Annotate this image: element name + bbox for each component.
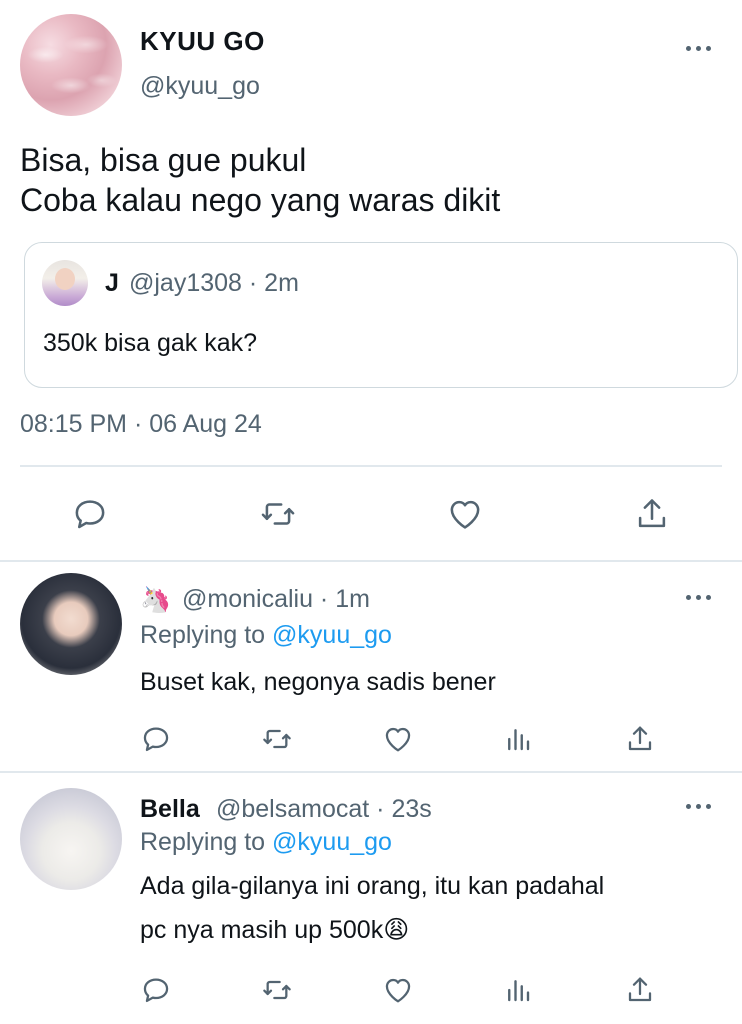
like-button[interactable] — [380, 721, 416, 757]
analytics-icon — [508, 729, 530, 751]
quoted-meta: @jay1308 · 2m — [129, 269, 299, 297]
retweet-icon — [263, 729, 291, 749]
avatar[interactable] — [20, 14, 122, 116]
like-button[interactable] — [444, 494, 486, 534]
more-icon[interactable] — [686, 43, 716, 53]
retweet-button[interactable] — [258, 972, 296, 1008]
mention-link[interactable]: @kyuu_go — [272, 621, 392, 649]
reply-icon — [143, 978, 169, 1003]
share-icon — [628, 977, 652, 1002]
handle[interactable]: @kyuu_go — [140, 72, 260, 101]
replying-prefix: Replying to — [140, 621, 273, 649]
main-tweet: KYUU GO @kyuu_go Bisa, bisa gue pukul Co… — [0, 0, 742, 560]
like-icon — [385, 727, 411, 752]
replying-prefix: Replying to — [140, 828, 273, 856]
display-name[interactable]: 🦄 — [140, 585, 171, 615]
avatar — [42, 260, 88, 306]
replying-to: Replying to @kyuu_go — [140, 621, 392, 650]
mention-link[interactable]: @kyuu_go — [272, 828, 392, 856]
quoted-tweet[interactable]: J @jay1308 · 2m 350k bisa gak kak? — [24, 242, 738, 388]
retweet-button[interactable] — [256, 494, 300, 534]
divider — [20, 465, 722, 467]
action-bar — [0, 721, 742, 757]
analytics-button[interactable] — [502, 972, 534, 1008]
share-button[interactable] — [622, 721, 658, 757]
share-button[interactable] — [632, 494, 672, 534]
display-name[interactable]: Bella — [140, 795, 200, 824]
share-button[interactable] — [622, 972, 658, 1008]
analytics-icon — [508, 980, 530, 1002]
more-icon[interactable] — [686, 592, 716, 602]
action-bar — [0, 972, 742, 1008]
reply-tweet[interactable]: Bella @belsamocat · 23s Replying to @kyu… — [0, 772, 742, 1024]
reply-text-body: Ada gila-gilanya ini orang, itu kan pada… — [140, 872, 605, 944]
share-icon — [638, 499, 666, 528]
replying-to: Replying to @kyuu_go — [140, 828, 392, 857]
avatar[interactable] — [20, 573, 122, 675]
reply-meta[interactable]: @monicaliu · 1m — [182, 585, 370, 614]
reply-icon — [143, 727, 169, 752]
reply-tweet[interactable]: 🦄 @monicaliu · 1m Replying to @kyuu_go B… — [0, 561, 742, 771]
share-icon — [628, 726, 652, 751]
reply-text: Buset kak, negonya sadis bener — [140, 668, 496, 696]
quoted-display-name: J — [105, 269, 119, 297]
action-bar — [0, 492, 742, 536]
tweet-text: Bisa, bisa gue pukul Coba kalau nego yan… — [20, 142, 501, 218]
reply-icon — [75, 500, 105, 529]
reply-button[interactable] — [70, 494, 110, 534]
more-icon[interactable] — [686, 801, 716, 811]
quoted-text: 350k bisa gak kak? — [43, 329, 258, 357]
like-icon — [450, 500, 480, 529]
reply-button[interactable] — [138, 721, 174, 757]
reply-button[interactable] — [138, 972, 174, 1008]
retweet-icon — [261, 503, 295, 525]
retweet-button[interactable] — [258, 721, 296, 757]
avatar[interactable] — [20, 788, 122, 890]
display-name[interactable]: KYUU GO — [140, 26, 265, 57]
reply-meta[interactable]: @belsamocat · 23s — [216, 795, 432, 824]
like-icon — [385, 978, 411, 1003]
analytics-button[interactable] — [502, 721, 534, 757]
retweet-icon — [263, 980, 291, 1000]
like-button[interactable] — [380, 972, 416, 1008]
reply-text: Ada gila-gilanya ini orang, itu kan pada… — [140, 864, 604, 952]
timestamp[interactable]: 08:15 PM · 06 Aug 24 — [20, 410, 262, 439]
weary-face-emoji: 😩 — [383, 915, 410, 944]
